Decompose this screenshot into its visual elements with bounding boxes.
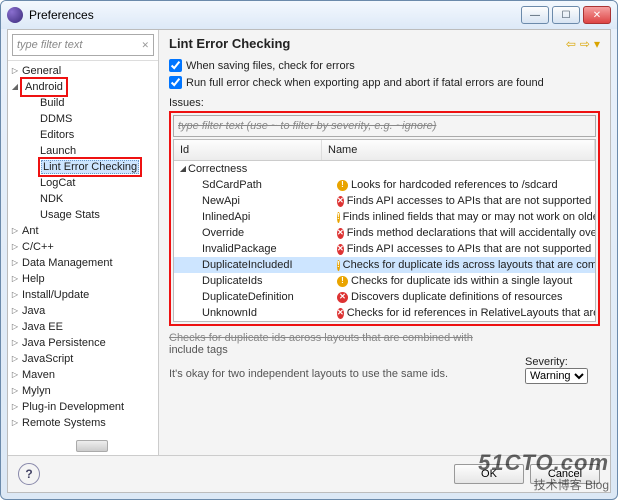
tree-item[interactable]: ▷Maven	[8, 367, 158, 383]
tree-item[interactable]: ▷Java EE	[8, 319, 158, 335]
error-icon: ✕	[337, 196, 344, 207]
tree-item[interactable]: ▷Mylyn	[8, 383, 158, 399]
check-export[interactable]	[169, 76, 182, 89]
error-icon: ✕	[337, 292, 348, 303]
back-icon[interactable]: ⇦	[566, 37, 576, 51]
close-button[interactable]: ✕	[583, 6, 611, 24]
tree-filter-input[interactable]: type filter text ✕	[12, 34, 154, 56]
table-row[interactable]: InlinedApi!Finds inlined fields that may…	[174, 209, 595, 225]
ok-button[interactable]: OK	[454, 464, 524, 484]
tree-item[interactable]: LogCat	[8, 175, 158, 191]
tree-item[interactable]: ▷Ant	[8, 223, 158, 239]
check-export-row[interactable]: Run full error check when exporting app …	[169, 76, 600, 89]
tree-item[interactable]: ▷Java Persistence	[8, 335, 158, 351]
tree-item[interactable]: ▷Install/Update	[8, 287, 158, 303]
tree-item[interactable]: ▷Help	[8, 271, 158, 287]
tree-item[interactable]: Build	[8, 95, 158, 111]
table-row[interactable]: DuplicateIds!Checks for duplicate ids wi…	[174, 273, 595, 289]
tree-item[interactable]: DDMS	[8, 111, 158, 127]
warning-icon: !	[337, 180, 348, 191]
dialog-bottom-bar: ? OK Cancel	[8, 455, 610, 492]
warning-icon: !	[337, 276, 348, 287]
warning-icon: !	[337, 260, 340, 271]
error-icon: ✕	[337, 244, 344, 255]
table-row[interactable]: DuplicateIncludedI!Checks for duplicate …	[174, 257, 595, 273]
settings-panel: Lint Error Checking ⇦ ⇨ ▾ When saving fi…	[159, 30, 610, 492]
minimize-button[interactable]: —	[521, 6, 549, 24]
tree-item[interactable]: ▷Remote Systems	[8, 415, 158, 431]
app-icon	[7, 7, 23, 23]
tree-item[interactable]: ▷Plug-in Development	[8, 399, 158, 415]
maximize-button[interactable]: ☐	[552, 6, 580, 24]
clear-filter-icon[interactable]: ✕	[141, 40, 149, 51]
column-name[interactable]: Name	[322, 140, 595, 160]
cancel-button[interactable]: Cancel	[530, 464, 600, 484]
tree-item[interactable]: ▷Data Management	[8, 255, 158, 271]
group-correctness[interactable]: ◢Correctness	[174, 161, 595, 177]
forward-icon[interactable]: ⇨	[580, 37, 590, 51]
tree-item[interactable]: Editors	[8, 127, 158, 143]
table-row[interactable]: SdCardPath!Looks for hardcoded reference…	[174, 177, 595, 193]
table-row[interactable]: Override✕Finds method declarations that …	[174, 225, 595, 241]
issues-table[interactable]: Id Name ◢Correctness SdCardPath!Looks fo…	[173, 139, 596, 322]
issues-label: Issues:	[169, 97, 600, 109]
help-icon[interactable]: ?	[18, 463, 40, 485]
table-row[interactable]: DuplicateDefinition✕Discovers duplicate …	[174, 289, 595, 305]
tree-item[interactable]: ▷JavaScript	[8, 351, 158, 367]
horizontal-scrollbar[interactable]	[76, 440, 108, 452]
titlebar[interactable]: Preferences — ☐ ✕	[1, 1, 617, 29]
table-row[interactable]: InvalidPackage✕Finds API accesses to API…	[174, 241, 595, 257]
category-tree[interactable]: ▷General ◢Android BuildDDMSEditorsLaunch…	[8, 60, 158, 492]
issues-filter-input[interactable]: type filter text (use ~ to filter by sev…	[173, 115, 596, 137]
preferences-window: Preferences — ☐ ✕ type filter text ✕ ▷Ge…	[0, 0, 618, 500]
tree-item-android: ◢Android	[8, 79, 158, 95]
error-icon: ✕	[337, 228, 344, 239]
check-save[interactable]	[169, 59, 182, 72]
menu-icon[interactable]: ▾	[594, 37, 600, 51]
tree-item[interactable]: Usage Stats	[8, 207, 158, 223]
tree-item[interactable]: ▷C/C++	[8, 239, 158, 255]
table-row[interactable]: UnknownId✕Checks for id references in Re…	[174, 305, 595, 321]
category-tree-panel: type filter text ✕ ▷General ◢Android Bui…	[8, 30, 159, 492]
tree-item[interactable]: NDK	[8, 191, 158, 207]
severity-control: Severity: Warning	[525, 356, 588, 384]
filter-placeholder: type filter text	[17, 39, 82, 51]
warning-icon: !	[337, 212, 340, 223]
severity-select[interactable]: Warning	[525, 368, 588, 384]
tree-item[interactable]: Lint Error Checking	[8, 159, 158, 175]
check-save-row[interactable]: When saving files, check for errors	[169, 59, 600, 72]
column-id[interactable]: Id	[174, 140, 322, 160]
table-row[interactable]: NewApi✕Finds API accesses to APIs that a…	[174, 193, 595, 209]
issues-highlight: type filter text (use ~ to filter by sev…	[169, 111, 600, 326]
page-title: Lint Error Checking	[169, 36, 290, 51]
error-icon: ✕	[337, 308, 344, 319]
tree-item[interactable]: ▷Java	[8, 303, 158, 319]
window-title: Preferences	[29, 8, 94, 22]
